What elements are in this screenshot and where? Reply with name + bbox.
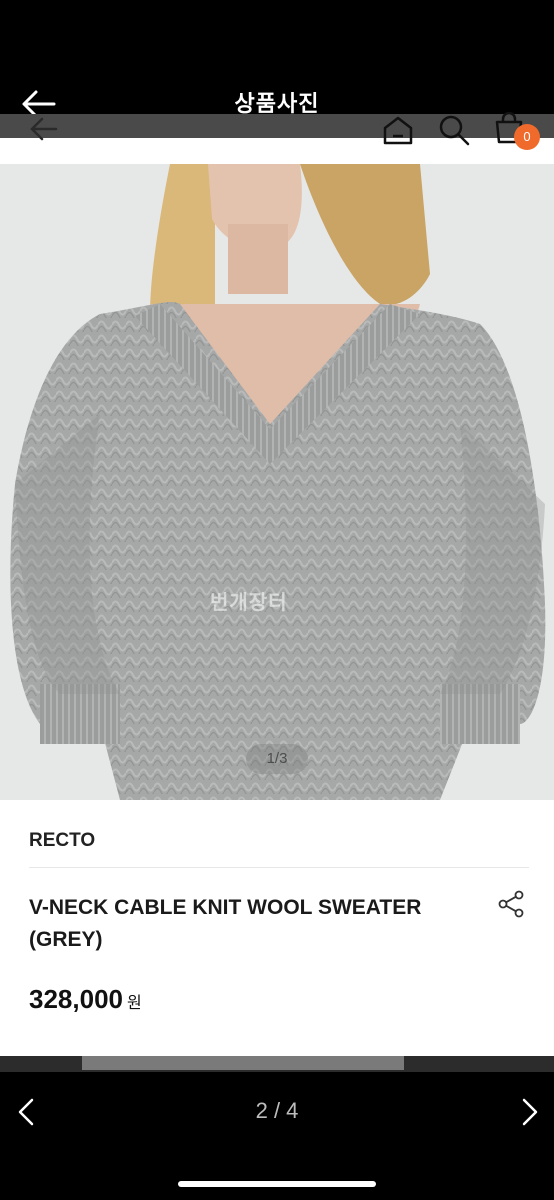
cart-count-badge: 0: [514, 124, 540, 150]
divider: [29, 867, 529, 868]
product-photo[interactable]: 번개장터: [0, 164, 554, 800]
home-icon[interactable]: [382, 114, 414, 146]
price: 328,000 원: [29, 984, 142, 1015]
arrow-left-icon[interactable]: [28, 116, 58, 142]
share-icon: [498, 890, 524, 918]
home-indicator[interactable]: [178, 1181, 376, 1187]
chevron-right-icon: [522, 1098, 538, 1126]
price-unit: 원: [126, 995, 142, 1012]
app-toolbar-background: [0, 114, 554, 138]
price-value: 328,000: [29, 984, 123, 1014]
watermark: 번개장터: [210, 592, 288, 614]
app-toolbar: [0, 138, 554, 164]
page-indicator: 2 / 4: [255, 1098, 299, 1123]
photo-counter: 1/3: [246, 744, 308, 774]
product-name: V-NECK CABLE KNIT WOOL SWEATER (GREY): [29, 896, 422, 951]
share-button[interactable]: [496, 889, 526, 919]
search-icon[interactable]: [438, 114, 470, 146]
viewer-header: 상품사진: [0, 0, 554, 118]
sweater-photo: [0, 164, 554, 800]
brand-name[interactable]: RECTO: [29, 830, 95, 852]
bottom-app-strip: [0, 1056, 554, 1072]
next-button[interactable]: [516, 1094, 544, 1130]
